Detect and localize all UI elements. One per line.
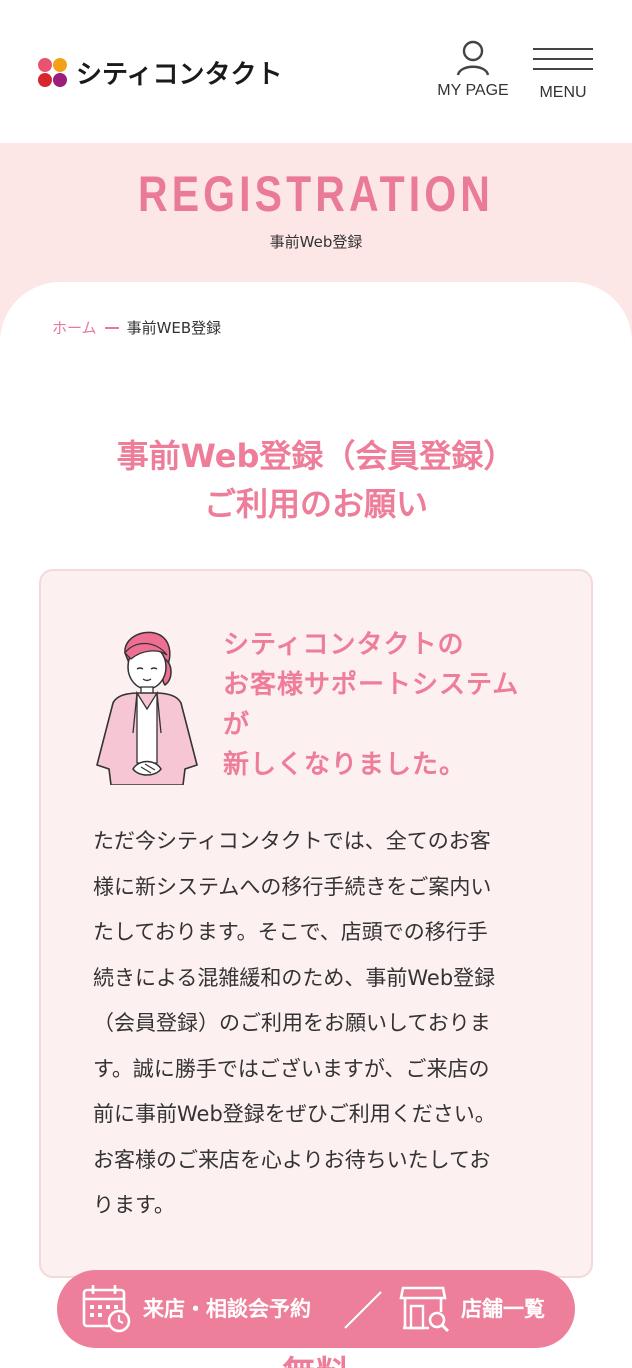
menu-button[interactable]: MENU [532,46,594,102]
card-title-line4: 新しくなりました。 [223,750,467,780]
card-body-line: 続きによる混雑緩和のため、事前Web登録 [93,965,496,990]
hamburger-icon [533,46,593,72]
calendar-clock-icon [82,1285,131,1333]
logo[interactable]: シティコンタクト [38,54,282,91]
card-body-line: す。誠に勝手ではございますが、ご来店の [93,1056,490,1081]
page-title: 事前Web登録（会員登録） ご利用のお願い [0,432,632,528]
card-title: シティコンタクトの お客様サポートシステム が 新しくなりました。 [223,625,543,785]
reservation-label: 来店・相談会予約 [143,1297,311,1321]
divider-slash [344,1291,382,1329]
site-header: シティコンタクト MY PAGE MENU [0,0,632,143]
card-title-line3: が [223,710,251,740]
notice-card: シティコンタクトの お客様サポートシステム が 新しくなりました。 ただ今シティ… [39,569,593,1278]
hero-subtitle: 事前Web登録 [269,233,363,251]
card-body-text: ただ今シティコンタクトでは、全てのお客 様に新システムへの移行手続きをご案内い … [93,819,533,1229]
card-body-line: 様に新システムへの移行手続きをご案内い [93,874,492,899]
hero-title: REGISTRATION [138,166,494,222]
store-search-icon [399,1286,450,1333]
staff-bowing-illustration-icon [96,631,198,785]
reservation-button[interactable]: 来店・相談会予約 [81,1282,311,1334]
card-body-line: たしております。そこで、店頭での移行手 [93,920,488,944]
page-title-line1: 事前Web登録（会員登録） [116,437,516,475]
mypage-label: MY PAGE [437,82,509,99]
breadcrumb-current: 事前WEB登録 [126,319,222,337]
free-label: 無料 [0,1346,632,1368]
breadcrumb-separator [104,326,119,329]
menu-label: MENU [539,84,587,101]
card-body-line: （会員登録）のご利用をお願いしておりま [93,1011,491,1035]
store-list-button[interactable]: 店舗一覧 [399,1282,545,1334]
breadcrumb-home-link[interactable]: ホーム [52,317,97,338]
breadcrumb: ホーム 事前WEB登録 [52,317,221,338]
logo-mark-icon [38,57,68,88]
logo-text: シティコンタクト [76,60,283,90]
card-body-line: ただ今シティコンタクトでは、全てのお客 [93,829,491,853]
user-icon [456,40,490,76]
card-body-line: お客様のご来店を心よりお待ちいたしてお [93,1147,491,1172]
card-title-line2: お客様サポートシステム [223,670,520,700]
store-list-label: 店舗一覧 [461,1297,545,1321]
card-body-line: 前に事前Web登録をぜひご利用ください。 [93,1102,496,1126]
floating-action-bar: 来店・相談会予約 店舗一覧 [57,1270,575,1348]
card-body-line: ります。 [93,1193,175,1217]
card-title-line1: シティコンタクトの [223,630,465,660]
page-title-line2: ご利用のお願い [203,485,428,523]
mypage-button[interactable]: MY PAGE [436,40,510,100]
